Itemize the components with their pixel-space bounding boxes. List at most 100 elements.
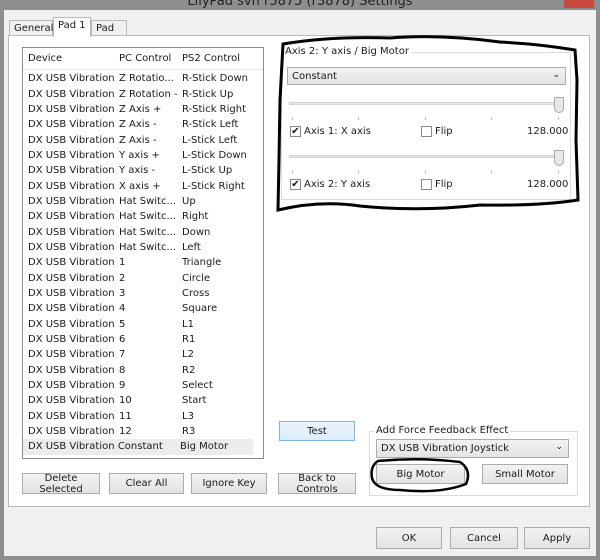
table-row[interactable]: DX USB Vibration... Hat Switc... Down xyxy=(23,224,263,239)
cell-device: DX USB Vibration... xyxy=(28,410,115,422)
table-row[interactable]: DX USB Vibration... Y axis - L-Stick Up xyxy=(23,163,263,178)
cell-ps2-control: L3 xyxy=(182,410,194,422)
delete-selected-button[interactable]: Delete Selected xyxy=(22,473,100,495)
table-row[interactable]: DX USB Vibration... 2 Circle xyxy=(23,270,263,285)
cell-ps2-control: L-Stick Up xyxy=(182,165,233,177)
clear-all-button[interactable]: Clear All xyxy=(109,473,184,494)
test-button[interactable]: Test xyxy=(279,421,355,441)
cell-ps2-control: Cross xyxy=(182,287,210,299)
table-row[interactable]: DX USB Vibration... 8 R2 xyxy=(23,363,263,378)
cell-device: DX USB Vibration... xyxy=(28,349,115,361)
table-row[interactable]: DX USB Vibration... 5 L1 xyxy=(23,317,263,332)
table-row[interactable]: DX USB Vibration... 4 Square xyxy=(23,301,263,316)
table-row[interactable]: DX USB Vibration... Z Axis + R-Stick Right xyxy=(23,102,263,117)
cell-ps2-control: R2 xyxy=(182,364,196,376)
axis1-flip-checkbox[interactable] xyxy=(421,126,432,137)
table-row[interactable]: DX USB Vibration... Hat Switc... Right xyxy=(23,209,263,224)
cell-device: DX USB Vibration... xyxy=(28,364,115,376)
cell-device: DX USB Vibration... xyxy=(28,272,115,284)
effect-type-select[interactable]: Constant ⌄ xyxy=(287,67,566,85)
cell-pc-control: 11 xyxy=(119,410,132,422)
axis2-slider-track[interactable] xyxy=(289,155,563,158)
tab-general[interactable]: General xyxy=(9,20,53,36)
table-row[interactable]: DX USB Vibration... 9 Select xyxy=(23,378,263,393)
table-row[interactable]: DX USB Vibration... 11 L3 xyxy=(23,409,263,424)
column-pc-control[interactable]: PC Control xyxy=(115,53,178,64)
cell-device: DX USB Vibration... xyxy=(28,119,115,131)
ff-device-select[interactable]: DX USB Vibration Joystick ⌄ xyxy=(376,439,569,458)
axis2-checkbox[interactable]: ✔ xyxy=(290,179,301,190)
table-row[interactable]: DX USB Vibration... Z Rotation - R-Stick U… xyxy=(23,86,263,101)
cell-pc-control: 3 xyxy=(119,287,126,299)
axis1-slider-thumb[interactable] xyxy=(554,97,564,113)
axis2-slider-thumb[interactable] xyxy=(554,150,564,166)
cell-pc-control: 9 xyxy=(119,380,126,392)
cancel-button[interactable]: Cancel xyxy=(450,527,518,549)
cell-device: DX USB Vibration... xyxy=(28,165,115,177)
big-motor-button[interactable]: Big Motor xyxy=(376,464,465,484)
small-motor-button[interactable]: Small Motor xyxy=(482,464,568,484)
column-device[interactable]: Device xyxy=(23,53,115,64)
axis1-slider-track[interactable] xyxy=(289,102,563,105)
cell-pc-control: Z Axis - xyxy=(119,134,157,146)
table-row[interactable]: DX USB Vibration... Y axis + L-Stick Down xyxy=(23,148,263,163)
cell-pc-control: Hat Switc... xyxy=(119,226,177,238)
column-ps2-control[interactable]: PS2 Control xyxy=(178,53,256,64)
cell-ps2-control: L-Stick Right xyxy=(182,180,245,192)
cell-device: DX USB Vibration... xyxy=(28,195,115,207)
tab-pad-2[interactable]: Pad 2 xyxy=(91,20,127,45)
table-row[interactable]: DX USB Vibration... 6 R1 xyxy=(23,332,263,347)
cell-pc-control: Hat Switc... xyxy=(119,195,177,207)
table-row[interactable]: DX USB Vibration... Z Axis - R-Stick Left xyxy=(23,117,263,132)
cell-device: DX USB Vibration... xyxy=(28,149,115,161)
tab-pad-1[interactable]: Pad 1 xyxy=(53,17,91,37)
table-row[interactable]: DX USB Vibration... 1 Triangle xyxy=(23,255,263,270)
table-row[interactable]: DX USB Vibration... Z Rotatio... R-Stick D… xyxy=(23,71,263,86)
table-row[interactable]: DX USB Vibration... Z Axis - L-Stick Left xyxy=(23,132,263,147)
cell-ps2-control: Circle xyxy=(182,272,211,284)
cell-ps2-control: Big Motor xyxy=(180,441,229,453)
axis1-checkbox[interactable]: ✔ xyxy=(290,126,301,137)
ignore-key-button[interactable]: Ignore Key xyxy=(191,473,267,494)
cell-ps2-control: L-Stick Down xyxy=(182,149,247,161)
table-row[interactable]: DX USB Vibration... Hat Switc... Up xyxy=(23,194,263,209)
cell-device: DX USB Vibration... xyxy=(28,441,114,453)
table-row[interactable]: DX USB Vibration... X axis + L-Stick Right xyxy=(23,178,263,193)
window-title: LilyPad svn r5875 (r3878) Settings xyxy=(187,0,413,9)
cell-pc-control: Z Axis + xyxy=(119,103,162,115)
cell-ps2-control: R1 xyxy=(182,334,196,346)
cell-pc-control: 6 xyxy=(119,334,126,346)
axis2-label: Axis 2: Y axis xyxy=(304,179,371,190)
table-row[interactable]: DX USB Vibration... 7 L2 xyxy=(23,347,263,362)
cell-device: DX USB Vibration... xyxy=(28,241,115,253)
cell-pc-control: Y axis - xyxy=(119,165,156,177)
chevron-down-icon: ⌄ xyxy=(552,70,560,80)
cell-pc-control: X axis + xyxy=(119,180,161,192)
apply-button[interactable]: Apply xyxy=(524,527,590,549)
axis2-value: 128.000 xyxy=(527,179,569,190)
cell-pc-control: 12 xyxy=(119,426,132,438)
cell-ps2-control: R-Stick Up xyxy=(182,88,234,100)
close-button[interactable] xyxy=(564,0,594,8)
cell-device: DX USB Vibration... xyxy=(28,395,115,407)
table-row[interactable]: DX USB Vibration... Hat Switc... Left xyxy=(23,240,263,255)
back-to-controls-button[interactable]: Back to Controls xyxy=(278,473,356,495)
table-row[interactable]: DX USB Vibration...Constant Big Motor xyxy=(23,439,253,455)
cell-device: DX USB Vibration... xyxy=(28,303,115,315)
table-row[interactable]: DX USB Vibration... 3 Cross xyxy=(23,286,263,301)
table-row[interactable]: DX USB Vibration... 10 Start xyxy=(23,393,263,408)
list-header: Device PC Control PS2 Control xyxy=(23,48,263,70)
axis2-flip-checkbox[interactable] xyxy=(421,179,432,190)
cell-device: DX USB Vibration... xyxy=(28,134,115,146)
cell-device: DX USB Vibration... xyxy=(28,334,115,346)
ok-button[interactable]: OK xyxy=(376,527,442,549)
cell-ps2-control: Right xyxy=(182,211,209,223)
cell-pc-control: Y axis + xyxy=(119,149,160,161)
cell-ps2-control: L-Stick Left xyxy=(182,134,238,146)
cell-pc-control: Z Rotation - xyxy=(119,88,178,100)
table-row[interactable]: DX USB Vibration... 12 R3 xyxy=(23,424,263,439)
cell-ps2-control: R-Stick Down xyxy=(182,73,249,85)
axis2-flip-label: Flip xyxy=(435,179,453,190)
cell-device: DX USB Vibration... xyxy=(28,103,115,115)
bindings-list[interactable]: Device PC Control PS2 Control DX USB Vib… xyxy=(22,47,264,459)
